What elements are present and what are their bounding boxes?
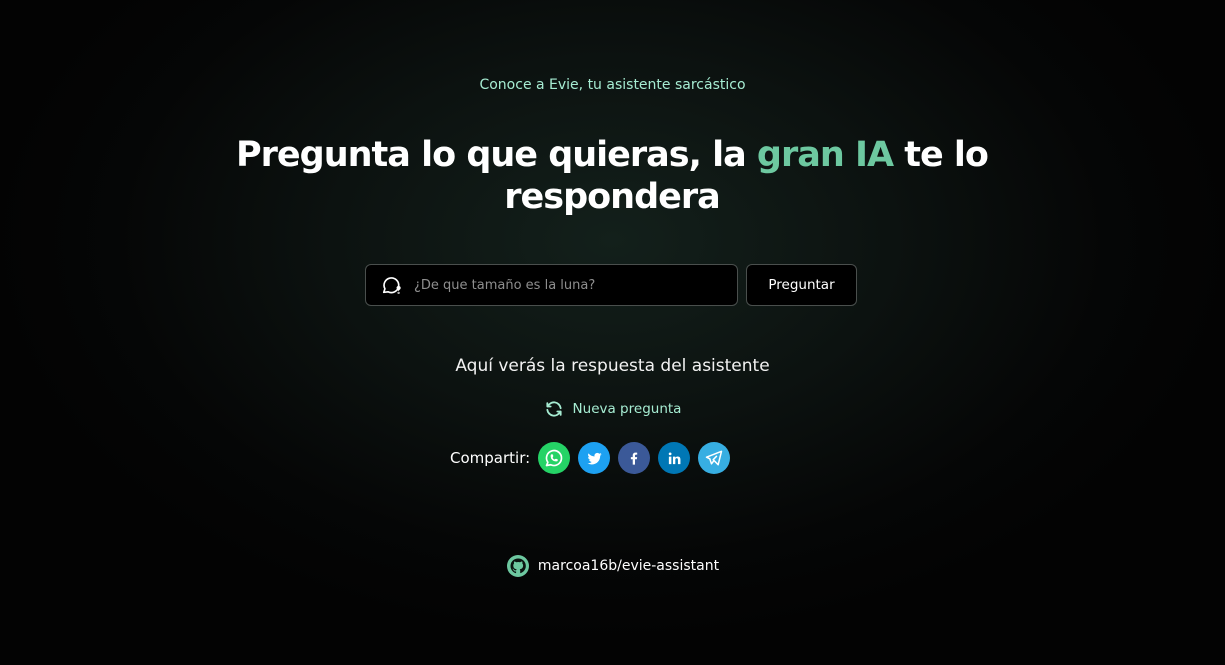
chat-bubble-icon xyxy=(380,273,404,297)
headline-text: Pregunta lo que quieras, la xyxy=(236,135,757,175)
page-title: Pregunta lo que quieras, la gran IA te l… xyxy=(212,134,1012,218)
facebook-icon xyxy=(626,450,642,466)
search-field[interactable] xyxy=(365,264,738,306)
answer-placeholder: Aquí verás la respuesta del asistente xyxy=(455,356,770,376)
github-repo-link[interactable]: marcoa16b/evie-assistant xyxy=(0,554,1225,578)
new-question-label: Nueva pregunta xyxy=(572,401,682,417)
share-facebook-button[interactable] xyxy=(618,442,651,474)
twitter-icon xyxy=(586,450,603,467)
headline-accent: gran IA xyxy=(756,135,894,175)
github-repo-label: marcoa16b/evie-assistant xyxy=(537,558,720,574)
linkedin-icon xyxy=(667,451,682,466)
share-twitter-button[interactable] xyxy=(578,442,611,474)
refresh-icon xyxy=(544,399,564,419)
search-form: Preguntar xyxy=(365,264,857,306)
share-label: Compartir: xyxy=(450,449,531,467)
tagline: Conoce a Evie, tu asistente sarcástico xyxy=(479,77,746,93)
github-icon xyxy=(506,554,530,578)
share-whatsapp-button[interactable] xyxy=(538,442,571,474)
telegram-icon xyxy=(704,448,724,468)
whatsapp-icon xyxy=(544,448,564,468)
share-bar: Compartir: xyxy=(450,442,738,474)
ask-button[interactable]: Preguntar xyxy=(746,264,857,306)
search-input[interactable] xyxy=(414,266,737,304)
share-linkedin-button[interactable] xyxy=(658,442,691,474)
share-telegram-button[interactable] xyxy=(698,442,731,474)
new-question-button[interactable]: Nueva pregunta xyxy=(0,399,1225,419)
